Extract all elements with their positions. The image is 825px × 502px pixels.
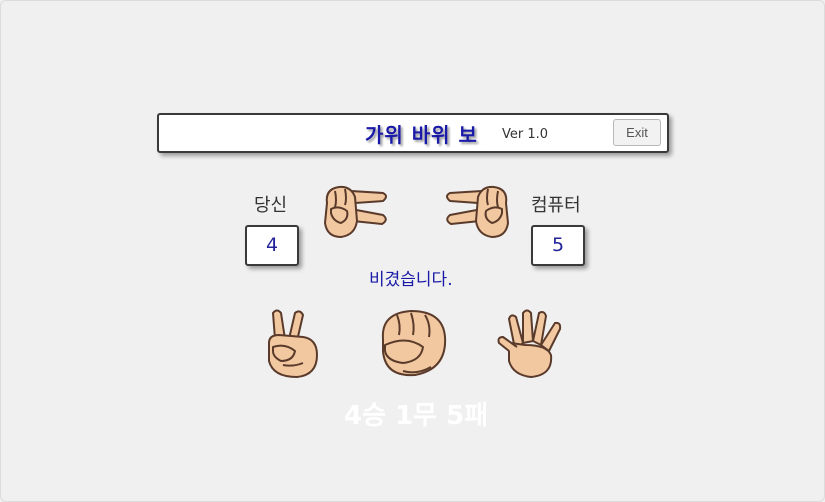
- title-bar: 가위 바위 보 Ver 1.0 Exit: [157, 113, 669, 153]
- result-text: 비겼습니다.: [369, 270, 453, 290]
- computer-score: 5: [531, 225, 585, 266]
- tally-text: 4승 1무 5패: [344, 401, 489, 431]
- computer-hand-scissors-icon: [446, 185, 509, 238]
- app-window: 가위 바위 보 Ver 1.0 Exit 당신 4 컴퓨터 5 비겼습니다. 4…: [0, 0, 825, 502]
- choice-scissors-icon[interactable]: [263, 307, 323, 381]
- choice-paper-icon[interactable]: [495, 305, 571, 381]
- computer-label: 컴퓨터: [531, 195, 581, 216]
- version-label: Ver 1.0: [502, 127, 549, 142]
- choice-rock-icon[interactable]: [377, 305, 449, 381]
- player-hand-scissors-icon: [324, 185, 387, 238]
- exit-button[interactable]: Exit: [613, 119, 661, 146]
- app-title: 가위 바위 보: [365, 123, 478, 147]
- player-label: 당신: [254, 195, 288, 216]
- player-score: 4: [245, 225, 299, 266]
